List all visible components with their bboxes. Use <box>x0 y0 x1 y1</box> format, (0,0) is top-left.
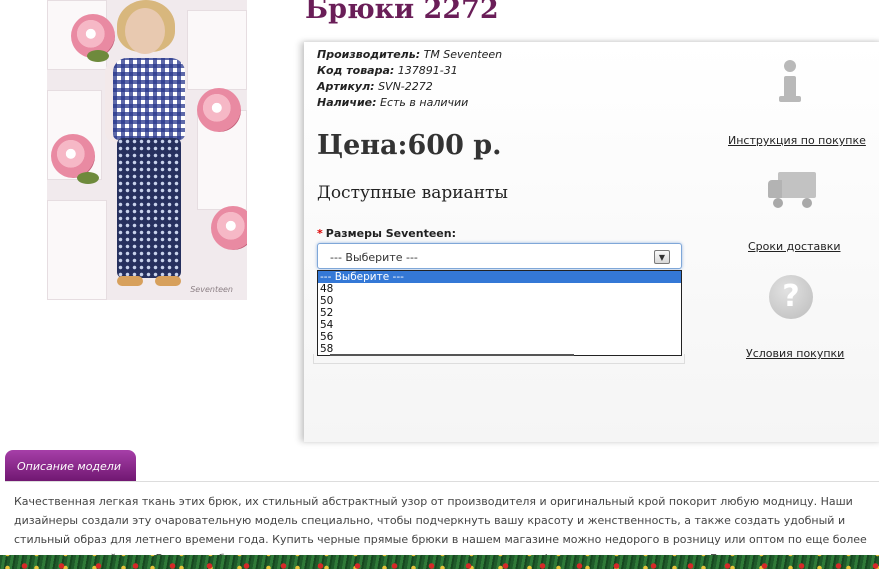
size-option[interactable]: 48 <box>318 283 681 295</box>
size-option[interactable]: 50 <box>318 295 681 307</box>
product-meta: Производитель: ТМ Seventeen Код товара: … <box>317 47 502 111</box>
product-title: Брюки 2272 <box>305 0 499 25</box>
product-page: Seventeen Брюки 2272 Производитель: ТМ S… <box>0 0 879 569</box>
truck-icon <box>768 170 818 210</box>
product-photo[interactable]: Seventeen <box>47 0 247 300</box>
purchase-instructions-link[interactable]: Инструкция по покупке <box>728 134 866 147</box>
purchase-conditions-link[interactable]: Условия покупки <box>746 347 844 360</box>
size-label: * Размеры Seventeen: <box>317 227 456 240</box>
photo-signature: Seventeen <box>190 285 233 294</box>
size-option[interactable]: 52 <box>318 307 681 319</box>
dropdown-arrow-icon[interactable]: ▼ <box>654 250 670 264</box>
size-select-value: --- Выберите --- <box>330 251 418 264</box>
sku-label: Артикул: <box>317 80 375 93</box>
delivery-terms-link[interactable]: Сроки доставки <box>748 240 841 253</box>
code-label: Код товара: <box>317 64 395 77</box>
size-label-text: Размеры Seventeen: <box>325 227 456 240</box>
question-icon: ? <box>769 275 813 319</box>
manufacturer-label: Производитель: <box>317 48 421 61</box>
price: Цена:600 р. <box>317 130 502 161</box>
stock-label: Наличие: <box>317 96 377 109</box>
tab-divider <box>5 481 879 482</box>
manufacturer-value: ТМ Seventeen <box>423 48 503 61</box>
size-option[interactable]: 54 <box>318 319 681 331</box>
stock-value: Есть в наличии <box>380 96 469 109</box>
size-dropdown-list[interactable]: --- Выберите --- 48 50 52 54 56 58 <box>317 270 682 356</box>
tab-description[interactable]: Описание модели <box>5 450 136 482</box>
size-select[interactable]: --- Выберите --- ▼ <box>317 243 682 269</box>
info-icon <box>775 60 805 104</box>
required-mark: * <box>317 227 323 240</box>
code-value: 137891-31 <box>397 64 458 77</box>
sku-value: SVN-2272 <box>378 80 433 93</box>
size-option[interactable]: --- Выберите --- <box>318 271 681 283</box>
christmas-garland-decoration <box>0 555 879 569</box>
variants-heading: Доступные варианты <box>317 183 508 203</box>
size-option[interactable]: 56 <box>318 331 681 343</box>
obscured-row <box>313 354 685 364</box>
